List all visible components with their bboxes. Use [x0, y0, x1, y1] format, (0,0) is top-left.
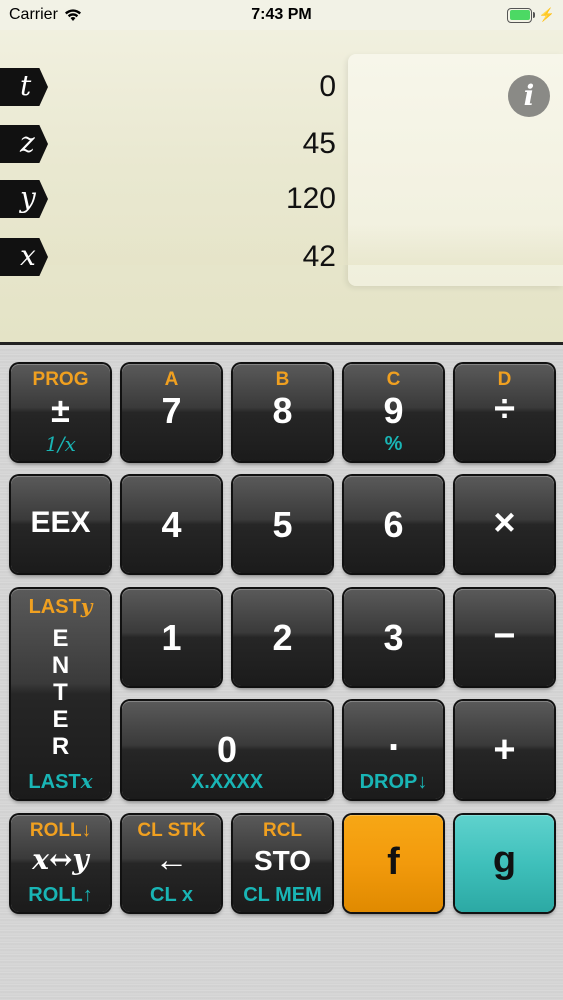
- register-z: z 45: [0, 125, 340, 163]
- key-0[interactable]: 0 X.XXXX: [122, 701, 332, 799]
- register-y-value: 120: [285, 182, 336, 215]
- key-backspace[interactable]: CL STK ← CL x: [122, 815, 221, 912]
- register-z-value: 45: [302, 127, 336, 160]
- key-divide[interactable]: D ÷: [455, 364, 554, 461]
- status-time: 7:43 PM: [251, 6, 312, 23]
- key-9[interactable]: C 9 %: [344, 364, 443, 461]
- key-f-shift[interactable]: f: [344, 815, 443, 912]
- status-bar: Carrier 7:43 PM ⚡: [0, 0, 563, 30]
- key-decimal[interactable]: . DROP↓: [344, 701, 443, 799]
- key-eex[interactable]: EEX: [11, 476, 110, 573]
- info-button[interactable]: i: [508, 75, 550, 117]
- key-4[interactable]: 4: [122, 476, 221, 573]
- key-multiply[interactable]: ×: [455, 476, 554, 573]
- battery-icon: ⚡: [507, 7, 555, 23]
- key-2[interactable]: 2: [233, 589, 332, 686]
- key-6[interactable]: 6: [344, 476, 443, 573]
- key-g-shift[interactable]: g: [455, 815, 554, 912]
- key-5[interactable]: 5: [233, 476, 332, 573]
- register-x-tag: x: [0, 238, 48, 276]
- stack-display: i t 0 z 45 y 120 x 42: [0, 30, 563, 345]
- key-sto[interactable]: RCL STO CL MEM: [233, 815, 332, 912]
- key-1[interactable]: 1: [122, 589, 221, 686]
- key-minus[interactable]: −: [455, 589, 554, 686]
- enter-label: E N T E R: [51, 625, 70, 760]
- register-z-tag: z: [0, 125, 48, 163]
- key-7[interactable]: A 7: [122, 364, 221, 461]
- charging-icon: ⚡: [538, 7, 555, 22]
- key-3[interactable]: 3: [344, 589, 443, 686]
- key-plus[interactable]: +: [455, 701, 554, 799]
- key-enter[interactable]: LASTy E N T E R LASTx: [11, 589, 110, 799]
- key-chs[interactable]: PROG ± 1/x: [11, 364, 110, 461]
- register-y: y 120: [0, 180, 340, 218]
- register-t: t 0: [0, 68, 340, 106]
- register-y-tag: y: [0, 180, 48, 218]
- key-8[interactable]: B 8: [233, 364, 332, 461]
- key-swap-xy[interactable]: ROLL↓ x↔y ROLL↑: [11, 815, 110, 912]
- register-x: x 42: [0, 238, 340, 276]
- register-t-tag: t: [0, 68, 48, 106]
- register-x-value: 42: [302, 240, 336, 273]
- keypad: PROG ± 1/x A 7 B 8 C 9 % D ÷ EEX 4 5 6 ×…: [0, 348, 563, 1000]
- register-t-value: 0: [319, 70, 336, 103]
